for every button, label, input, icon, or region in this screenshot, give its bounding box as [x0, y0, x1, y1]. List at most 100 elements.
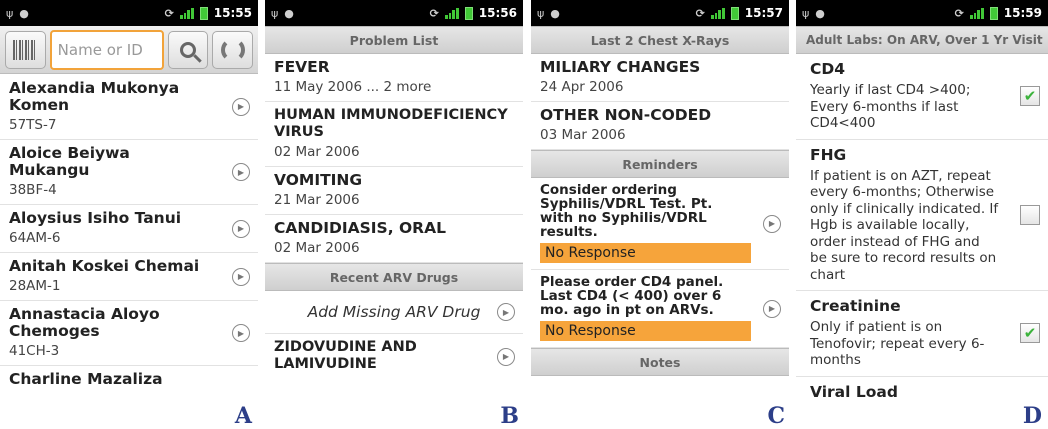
barcode-scan-button[interactable]: [5, 30, 46, 69]
panel-problem-list: ψ ● ⟳ 15:56 Problem List FEVER 11 May 200…: [265, 0, 523, 429]
drug-row[interactable]: ZIDOVUDINE AND LAMIVUDINE ▶: [265, 334, 523, 379]
xray-title: MILIARY CHANGES: [540, 58, 701, 76]
patient-id: 38BF-4: [9, 182, 57, 198]
battery-icon: [730, 6, 739, 20]
status-bar: ψ ● ⟳ 15:57: [531, 0, 789, 26]
panel-adult-labs: ψ ● ⟳ 15:59 Adult Labs: On ARV, Over 1 Yr…: [796, 0, 1048, 429]
panel-xrays-reminders: ψ ● ⟳ 15:57 Last 2 Chest X-Rays MILIARY C…: [531, 0, 789, 429]
reminder-row[interactable]: Consider ordering Syphilis/VDRL Test. Pt…: [531, 178, 789, 270]
android-icon: ●: [284, 6, 294, 20]
search-icon: [180, 41, 196, 58]
patient-row[interactable]: Charline Mazaliza: [0, 366, 258, 397]
xray-title: OTHER NON-CODED: [540, 106, 712, 124]
panel-letter: A: [234, 403, 252, 429]
problem-title: CANDIDIASIS, ORAL: [274, 219, 446, 237]
xray-date: 03 Mar 2006: [540, 127, 626, 143]
section-header-adult-labs: Adult Labs: On ARV, Over 1 Yr Visit: [796, 26, 1048, 54]
patient-name: Alexandia Mukonya Komen: [9, 79, 180, 114]
lab-checkbox[interactable]: ✔: [1020, 323, 1040, 344]
chevron-right-icon[interactable]: ▶: [232, 97, 250, 116]
usb-icon: ψ: [802, 6, 810, 20]
android-icon: ●: [19, 6, 29, 20]
problem-date: 02 Mar 2006: [274, 240, 360, 256]
problem-row[interactable]: CANDIDIASIS, ORAL 02 Mar 2006: [265, 215, 523, 263]
section-header-notes: Notes: [531, 348, 789, 376]
clock: 15:55: [213, 6, 252, 20]
sync-icon: ⟳: [695, 6, 705, 20]
reminder-status: No Response: [540, 321, 751, 341]
lab-row[interactable]: Creatinine Only if patient is on Tenofov…: [796, 291, 1048, 377]
search-button[interactable]: [167, 30, 209, 69]
android-icon: ●: [550, 6, 560, 20]
battery-icon: [199, 6, 208, 20]
android-icon: ●: [815, 6, 825, 20]
lab-row[interactable]: Viral Load: [796, 377, 1048, 408]
patient-id: 57TS-7: [9, 117, 57, 133]
status-bar: ψ ● ⟳ 15:56: [265, 0, 523, 26]
chevron-right-icon[interactable]: ▶: [232, 324, 250, 342]
problem-row[interactable]: VOMITING 21 Mar 2006: [265, 167, 523, 215]
patient-name: Annastacia Aloyo Chemoges: [9, 305, 160, 340]
chevron-right-icon[interactable]: ▶: [232, 163, 250, 181]
sync-icon: ⟳: [954, 6, 964, 20]
patient-name: Aloice Beiywa Mukangu: [9, 144, 130, 179]
patient-id: 41CH-3: [9, 343, 60, 359]
panel-letter: D: [1022, 403, 1042, 429]
add-drug-label: Add Missing ARV Drug: [307, 303, 481, 321]
problem-date: 11 May 2006 ... 2 more: [274, 79, 432, 95]
reminder-text: Please order CD4 panel. Last CD4 (< 400)…: [540, 274, 724, 318]
lab-description: If patient is on AZT, repeat every 6-mon…: [810, 167, 999, 283]
drug-title: ZIDOVUDINE AND LAMIVUDINE: [274, 339, 417, 372]
battery-icon: [464, 6, 473, 20]
lab-description: Only if patient is on Tenofovir; repeat …: [810, 319, 985, 368]
patient-name: Aloysius Isiho Tanui: [9, 209, 182, 227]
reminder-row[interactable]: Please order CD4 panel. Last CD4 (< 400)…: [531, 270, 789, 348]
lab-title: Creatinine: [810, 297, 901, 315]
chevron-right-icon[interactable]: ▶: [232, 267, 250, 286]
patient-row[interactable]: Aloice Beiywa Mukangu 38BF-4 ▶: [0, 140, 258, 205]
chevron-right-icon[interactable]: ▶: [497, 347, 515, 366]
chevron-right-icon[interactable]: ▶: [763, 214, 781, 233]
signal-icon: [179, 7, 194, 19]
lab-description: Yearly if last CD4 >400; Every 6-months …: [810, 82, 971, 131]
xray-row[interactable]: OTHER NON-CODED 03 Mar 2006: [531, 102, 789, 150]
clock: 15:57: [744, 6, 783, 20]
usb-icon: ψ: [6, 6, 14, 20]
chevron-right-icon[interactable]: ▶: [763, 299, 781, 318]
panel-letter: C: [767, 403, 785, 429]
lab-checkbox[interactable]: ✔: [1020, 86, 1040, 107]
section-header-problem-list: Problem List: [265, 26, 523, 54]
lab-row[interactable]: CD4 Yearly if last CD4 >400; Every 6-mon…: [796, 54, 1048, 140]
battery-icon: [989, 6, 998, 20]
search-toolbar: [0, 26, 258, 74]
lab-row[interactable]: FHG If patient is on AZT, repeat every 6…: [796, 140, 1048, 291]
problem-title: FEVER: [274, 58, 330, 76]
xray-row[interactable]: MILIARY CHANGES 24 Apr 2006: [531, 54, 789, 102]
status-bar: ψ ● ⟳ 15:59: [796, 0, 1048, 26]
patient-row[interactable]: Aloysius Isiho Tanui 64AM-6 ▶: [0, 205, 258, 253]
panel-letter: B: [500, 403, 519, 429]
patient-name: Charline Mazaliza: [9, 370, 163, 388]
patient-row[interactable]: Annastacia Aloyo Chemoges 41CH-3 ▶: [0, 301, 258, 366]
patient-row[interactable]: Anitah Koskei Chemai 28AM-1 ▶: [0, 253, 258, 301]
clock: 15:59: [1003, 6, 1042, 20]
section-header-arv-drugs: Recent ARV Drugs: [265, 263, 523, 291]
refresh-icon: [220, 37, 245, 62]
reminder-status: No Response: [540, 243, 751, 263]
lab-checkbox[interactable]: [1020, 204, 1040, 225]
add-missing-arv-drug-button[interactable]: Add Missing ARV Drug ▶: [265, 291, 523, 334]
search-input[interactable]: [49, 29, 164, 70]
problem-row[interactable]: FEVER 11 May 2006 ... 2 more: [265, 54, 523, 102]
refresh-button[interactable]: [212, 30, 254, 69]
problem-row[interactable]: HUMAN IMMUNODEFICIENCY VIRUS 02 Mar 2006: [265, 102, 523, 167]
chevron-right-icon[interactable]: ▶: [232, 219, 250, 238]
patient-id: 64AM-6: [9, 230, 61, 246]
patient-row[interactable]: Alexandia Mukonya Komen 57TS-7 ▶: [0, 74, 258, 140]
reminder-text: Consider ordering Syphilis/VDRL Test. Pt…: [540, 182, 713, 240]
barcode-icon: [13, 39, 38, 60]
section-header-xrays: Last 2 Chest X-Rays: [531, 26, 789, 54]
signal-icon: [710, 7, 725, 19]
chevron-right-icon[interactable]: ▶: [497, 303, 515, 321]
lab-title: CD4: [810, 60, 846, 78]
lab-title: Viral Load: [810, 382, 898, 401]
